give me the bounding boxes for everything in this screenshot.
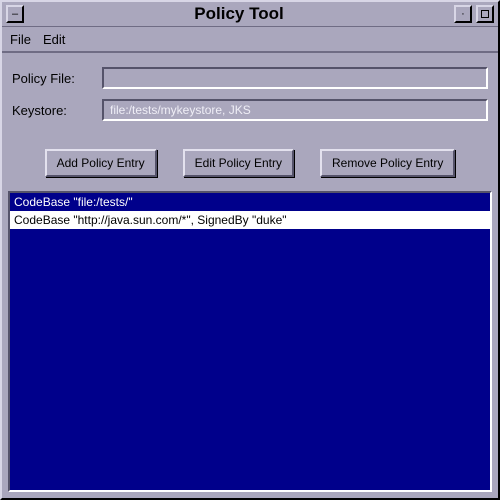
remove-policy-entry-button[interactable]: Remove Policy Entry	[320, 149, 455, 177]
titlebar: – Policy Tool ·	[2, 2, 498, 27]
keystore-field[interactable]: file:/tests/mykeystore, JKS	[102, 99, 488, 121]
form-area: Policy File: Keystore: file:/tests/mykey…	[2, 53, 498, 139]
menu-edit[interactable]: Edit	[43, 32, 65, 47]
policy-tool-window: – Policy Tool · File Edit Policy File: K…	[0, 0, 500, 500]
minimize-button[interactable]: ·	[454, 5, 472, 23]
button-row: Add Policy Entry Edit Policy Entry Remov…	[2, 139, 498, 191]
policy-file-label: Policy File:	[12, 71, 102, 86]
window-title: Policy Tool	[26, 4, 452, 24]
list-item[interactable]: CodeBase "file:/tests/"	[10, 193, 490, 211]
list-item[interactable]: CodeBase "http://java.sun.com/*", Signed…	[10, 211, 490, 229]
add-policy-entry-button[interactable]: Add Policy Entry	[45, 149, 157, 177]
dash-icon: –	[12, 9, 18, 20]
maximize-button[interactable]	[476, 5, 494, 23]
maximize-icon	[481, 10, 489, 18]
minimize-icon: ·	[461, 9, 465, 20]
menu-file[interactable]: File	[10, 32, 31, 47]
policy-file-field[interactable]	[102, 67, 488, 89]
edit-policy-entry-button[interactable]: Edit Policy Entry	[183, 149, 294, 177]
window-menu-button[interactable]: –	[6, 5, 24, 23]
policy-entry-list[interactable]: CodeBase "file:/tests/" CodeBase "http:/…	[8, 191, 492, 492]
keystore-value: file:/tests/mykeystore, JKS	[110, 103, 251, 117]
keystore-row: Keystore: file:/tests/mykeystore, JKS	[12, 99, 488, 121]
policy-file-row: Policy File:	[12, 67, 488, 89]
menubar: File Edit	[2, 27, 498, 53]
keystore-label: Keystore:	[12, 103, 102, 118]
